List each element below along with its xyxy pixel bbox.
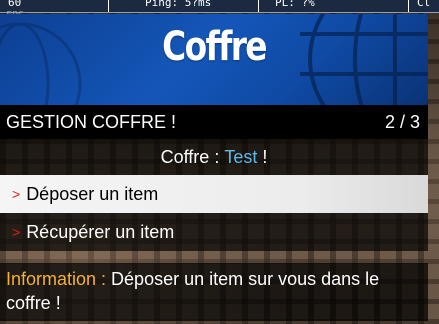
menu-page-counter: 2 / 3	[384, 111, 420, 132]
menu-item-label: Récupérer un item	[26, 221, 175, 242]
menu-gap	[0, 251, 428, 263]
chevron-right-icon: >	[12, 224, 21, 240]
game-scene: 60 Ping: 5?ms PL: ?% Cl FPS Coffre	[0, 0, 439, 324]
hud-packet-loss: PL: ?%	[259, 0, 409, 12]
menu-subheader: GESTION COFFRE ! 2 / 3	[0, 105, 428, 139]
hud-ping: Ping: 5?ms	[109, 0, 259, 12]
menu-item-retrieve[interactable]: > Récupérer un item	[0, 213, 428, 251]
chest-suffix: !	[257, 146, 268, 167]
chevron-right-icon: >	[12, 186, 21, 202]
menu-item-deposit[interactable]: > Déposer un item	[0, 175, 428, 213]
chest-name-row: Coffre : Test !	[0, 139, 428, 175]
info-box: Information : Déposer un item sur vous d…	[0, 263, 428, 321]
hud-bar: 60 Ping: 5?ms PL: ?% Cl	[0, 0, 439, 13]
menu-banner: Coffre	[0, 14, 428, 105]
chest-name: Test	[224, 146, 258, 167]
chest-label: Coffre :	[160, 146, 225, 167]
menu-subtitle: GESTION COFFRE !	[6, 111, 177, 132]
chest-menu: Coffre GESTION COFFRE ! 2 / 3 Coffre : T…	[0, 14, 428, 321]
menu-title: Coffre	[162, 24, 267, 70]
info-label: Information :	[6, 269, 107, 289]
hud-extra: Cl	[417, 0, 431, 9]
menu-item-label: Déposer un item	[26, 183, 159, 204]
